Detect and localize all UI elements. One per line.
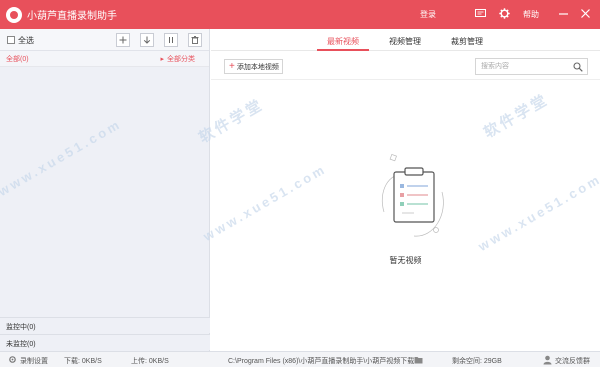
- left-toolbar: 全选: [0, 29, 209, 51]
- save-path[interactable]: C:\Program Files (x86)\小葫芦直播录制助手\小葫芦视频下载: [228, 356, 414, 366]
- message-icon[interactable]: [475, 9, 486, 18]
- add-button[interactable]: [116, 33, 130, 47]
- delete-button[interactable]: [188, 33, 202, 47]
- feedback-user-icon: [543, 355, 552, 365]
- main-panel: 最新视频 视频管理 裁剪管理 + 添加本地视频 暂无视频: [211, 29, 600, 351]
- pause-button[interactable]: [164, 33, 178, 47]
- all-categories-link[interactable]: 全部分类: [160, 54, 195, 64]
- tab-bar: 最新视频 视频管理 裁剪管理: [211, 29, 600, 51]
- tab-clip-management[interactable]: 裁剪管理: [451, 36, 483, 47]
- search-box: [475, 58, 588, 75]
- tab-video-management[interactable]: 视频管理: [389, 36, 421, 47]
- tab-latest-videos[interactable]: 最新视频: [327, 36, 359, 47]
- empty-clipboard-icon: [382, 153, 444, 237]
- add-local-video-button[interactable]: + 添加本地视频: [224, 59, 283, 74]
- title-bar: 小葫芦直播录制助手 登录 帮助: [0, 0, 600, 29]
- upload-speed: 上传: 0KB/S: [131, 358, 169, 365]
- select-all-checkbox[interactable]: [7, 36, 15, 44]
- not-monitoring-section[interactable]: 未监控(0): [0, 334, 210, 350]
- settings-gear-icon[interactable]: [499, 8, 510, 19]
- left-panel: 全选 全部(0) 全部分类 监控中(0) 未监控(0): [0, 29, 210, 351]
- settings-gear-icon: [9, 356, 16, 363]
- category-all[interactable]: 全部(0): [6, 54, 29, 64]
- folder-icon[interactable]: [414, 356, 423, 364]
- plus-icon: [119, 36, 127, 44]
- category-row: 全部(0) 全部分类: [0, 51, 209, 67]
- help-button[interactable]: 帮助: [523, 9, 539, 20]
- empty-state-text: 暂无视频: [389, 256, 422, 265]
- active-tab-indicator: [317, 49, 369, 51]
- status-bar: 录制设置 下载: 0KB/S 上传: 0KB/S C:\Program File…: [0, 351, 600, 367]
- feedback-group-link[interactable]: 交流反馈群: [555, 356, 590, 366]
- login-button[interactable]: 登录: [420, 9, 436, 20]
- download-button[interactable]: [140, 33, 154, 47]
- app-logo-icon: [6, 6, 22, 23]
- download-speed: 下载: 0KB/S: [64, 358, 102, 365]
- search-icon[interactable]: [573, 62, 583, 72]
- record-settings-button[interactable]: 录制设置: [20, 356, 48, 366]
- add-local-video-label: 添加本地视频: [236, 63, 279, 71]
- search-input[interactable]: [476, 59, 564, 74]
- arrow-down-icon: [143, 36, 151, 44]
- free-space: 剩余空间: 29GB: [452, 358, 502, 365]
- plus-icon: +: [229, 60, 235, 72]
- minimize-icon[interactable]: [558, 8, 569, 19]
- pause-icon: [169, 37, 173, 43]
- app-title: 小葫芦直播录制助手: [27, 11, 117, 22]
- monitoring-section[interactable]: 监控中(0): [0, 317, 210, 333]
- content-toolbar: + 添加本地视频: [211, 52, 600, 80]
- select-all-label: 全选: [18, 36, 34, 45]
- trash-icon: [191, 36, 199, 44]
- close-icon[interactable]: [580, 8, 591, 19]
